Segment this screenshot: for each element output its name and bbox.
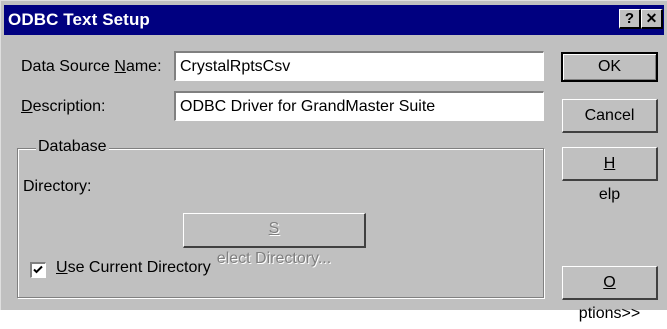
use-current-directory-checkbox[interactable] <box>30 262 46 278</box>
select-directory-button[interactable]: Select Directory... <box>183 213 366 267</box>
database-groupbox: Database Directory: Select Directory... … <box>17 138 544 298</box>
checkmark-icon <box>33 265 43 274</box>
select-directory-label: Select Directory... <box>216 220 332 267</box>
close-button[interactable]: ✕ <box>641 9 663 29</box>
cancel-label: Cancel <box>584 107 635 124</box>
data-source-name-label: Data Source Name: <box>21 58 162 75</box>
description-label: Description: <box>21 98 106 115</box>
description-field[interactable] <box>174 91 544 121</box>
cancel-button[interactable]: Cancel <box>562 99 658 133</box>
help-question-button[interactable]: ? <box>619 9 641 29</box>
description-input[interactable] <box>176 93 543 120</box>
database-group-title: Database <box>36 138 109 156</box>
help-button[interactable]: Help <box>562 147 658 203</box>
options-button[interactable]: Options>> <box>562 266 658 322</box>
data-source-name-input[interactable] <box>176 53 543 80</box>
options-label: Options>> <box>578 274 641 322</box>
question-icon: ? <box>624 10 635 27</box>
data-source-name-field[interactable] <box>174 51 544 81</box>
title-bar[interactable]: ODBC Text Setup ? ✕ <box>4 5 664 35</box>
window-title: ODBC Text Setup <box>8 10 150 29</box>
close-icon: ✕ <box>645 10 658 26</box>
odbc-text-setup-dialog: ODBC Text Setup ? ✕ Data Source Name: De… <box>0 0 667 322</box>
help-label: Help <box>598 155 621 203</box>
use-current-directory-label[interactable]: Use Current Directory <box>56 259 211 277</box>
directory-label: Directory: <box>23 178 92 195</box>
ok-label: OK <box>597 58 622 75</box>
ok-button[interactable]: OK <box>561 52 658 82</box>
